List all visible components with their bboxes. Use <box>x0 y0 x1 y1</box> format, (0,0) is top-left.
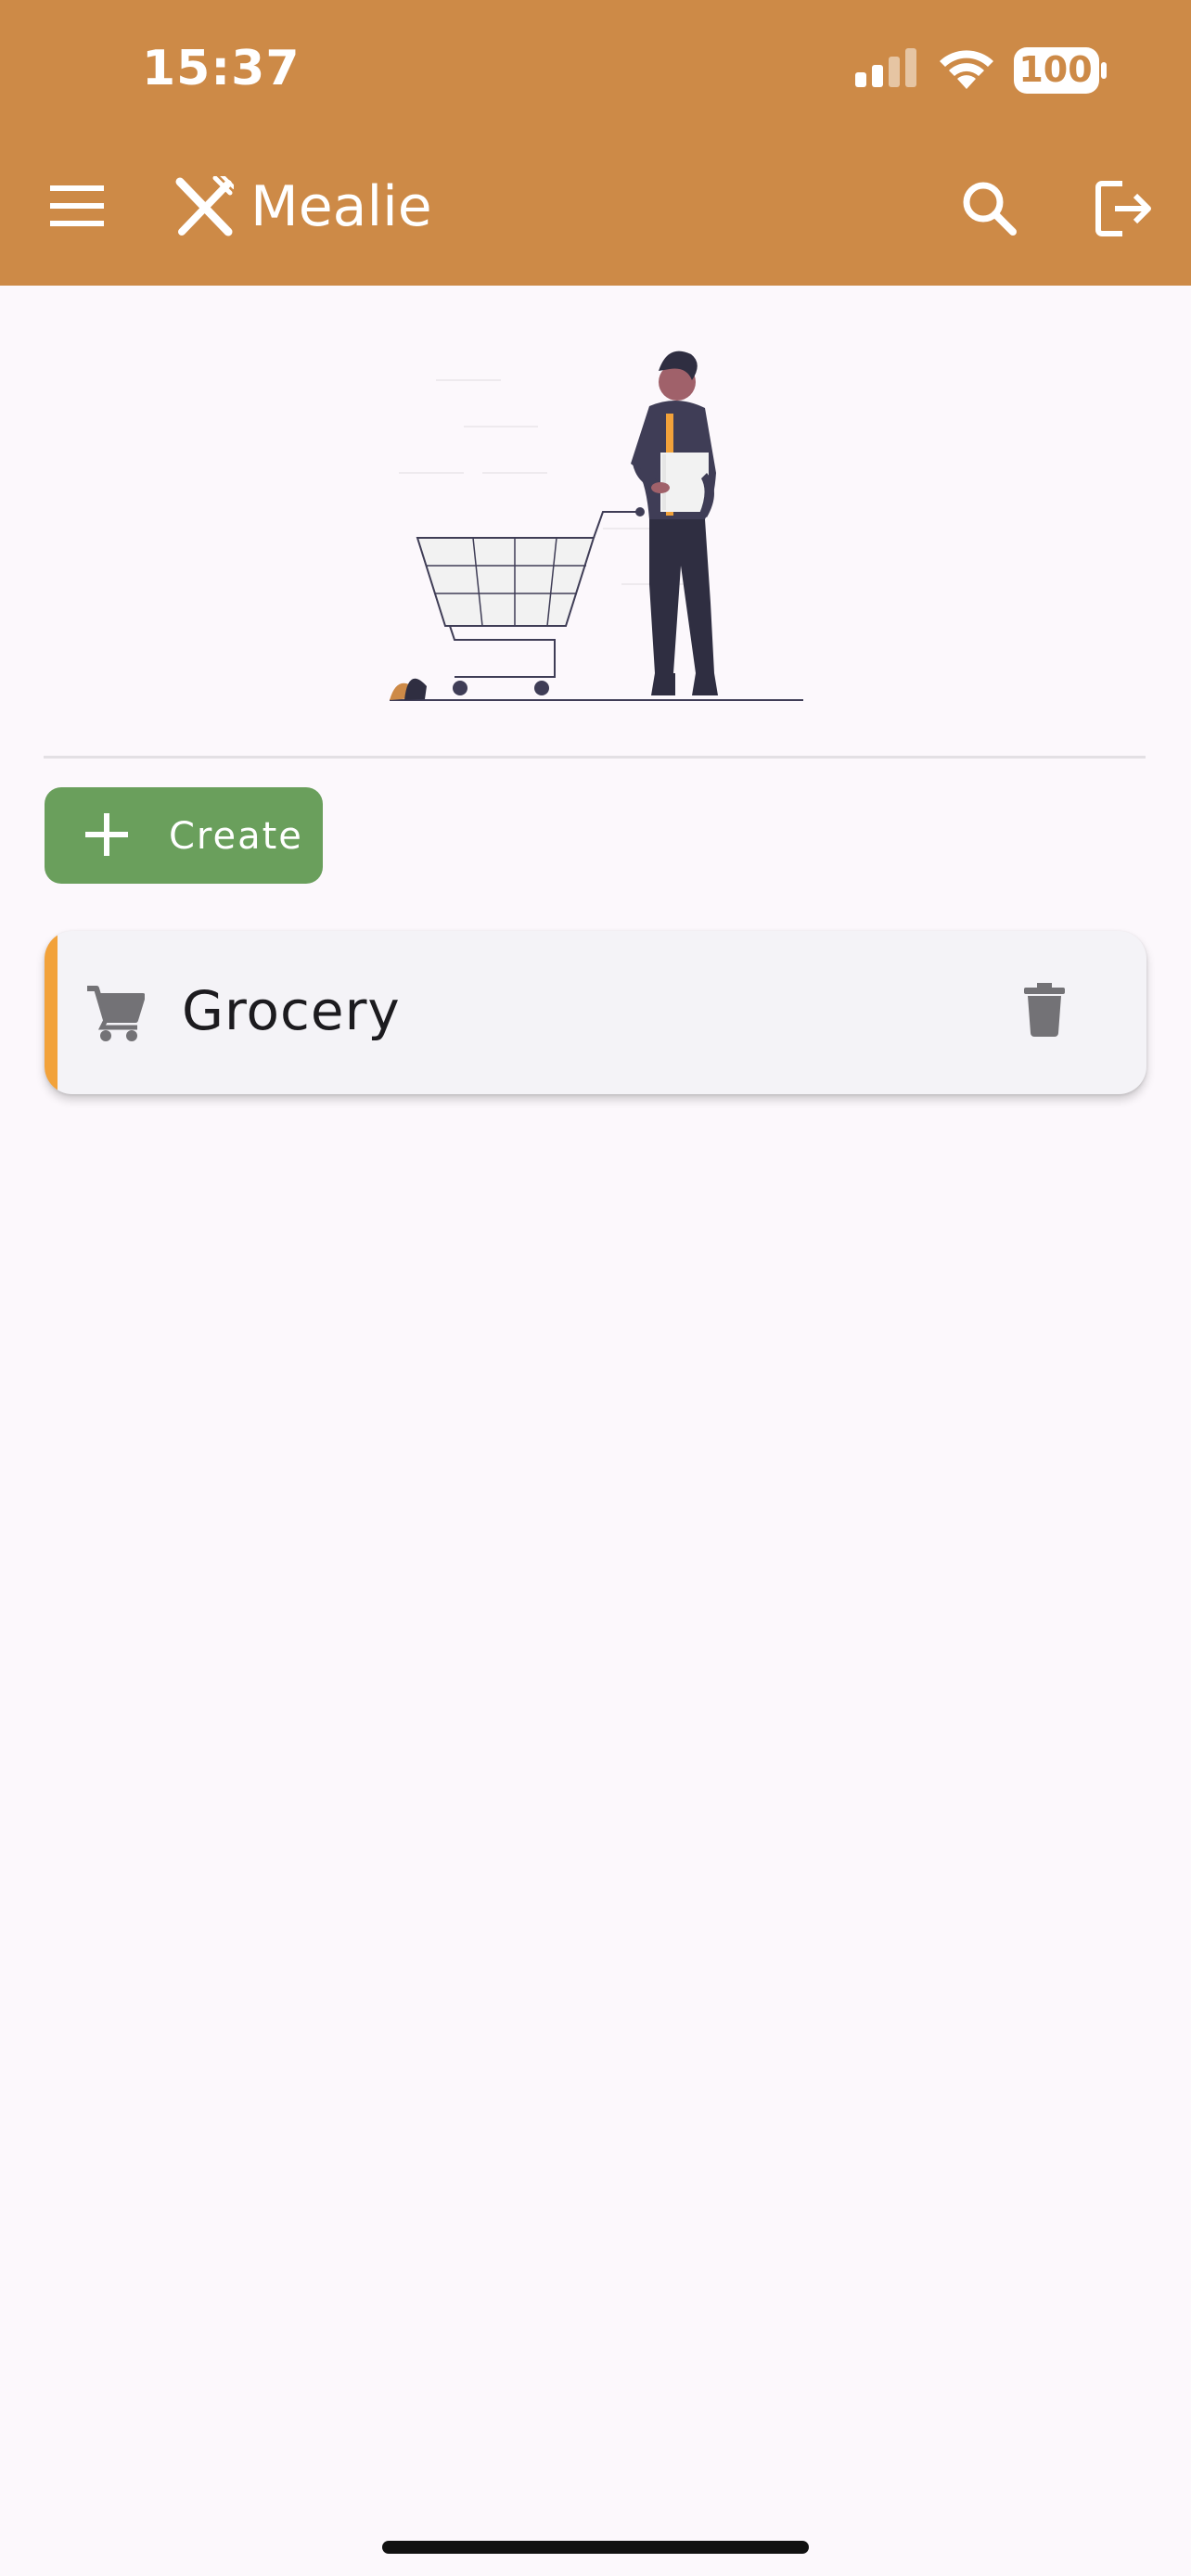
create-button[interactable]: Create <box>45 787 323 884</box>
fork-knife-icon <box>175 176 234 236</box>
shopping-illustration <box>390 351 803 701</box>
divider <box>44 756 1146 759</box>
logout-button[interactable] <box>1095 180 1156 242</box>
list-item-accent <box>45 931 58 1094</box>
app-title: Mealie <box>250 174 432 239</box>
logout-icon <box>1095 181 1151 236</box>
app-bar: 15:37 100 Mealie <box>0 0 1191 286</box>
plus-icon <box>85 813 128 856</box>
shopping-list-item[interactable]: Grocery <box>45 931 1146 1094</box>
menu-icon <box>50 185 104 226</box>
status-time: 15:37 <box>142 41 301 96</box>
create-button-label: Create <box>169 815 303 858</box>
battery-level: 100 <box>1018 49 1093 90</box>
home-indicator[interactable] <box>382 2541 809 2554</box>
search-icon <box>963 182 1017 236</box>
list-item-name: Grocery <box>182 979 401 1042</box>
delete-icon <box>1024 983 1065 1037</box>
delete-button[interactable] <box>1024 983 1065 1041</box>
cart-icon <box>87 986 145 1041</box>
menu-button[interactable] <box>50 185 104 231</box>
cellular-signal-icon <box>855 48 916 87</box>
search-button[interactable] <box>961 180 1018 242</box>
wifi-icon <box>940 50 993 89</box>
